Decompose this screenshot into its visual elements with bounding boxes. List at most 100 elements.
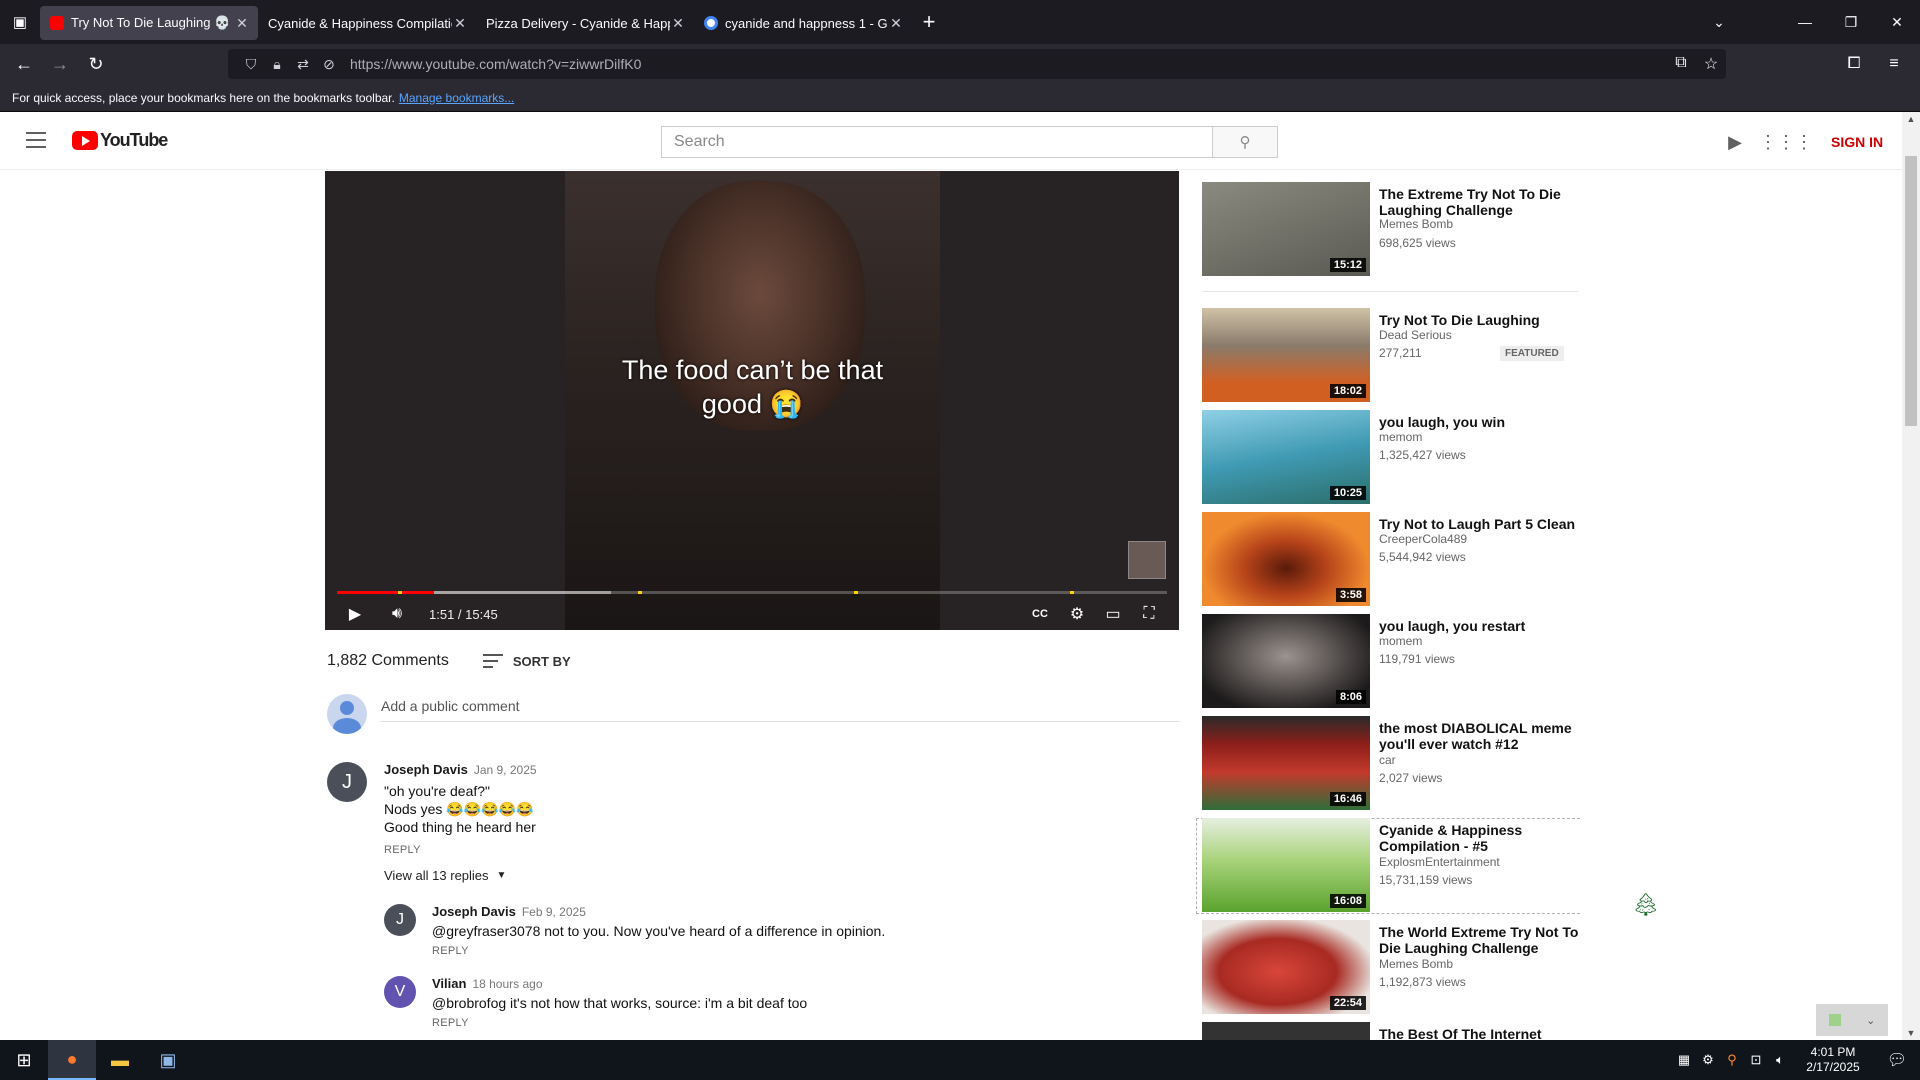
fullscreen-icon[interactable]: ⛶ (1137, 601, 1161, 627)
recommended-video[interactable]: The Best Of The Internet (1202, 1022, 1580, 1040)
comment-author-name[interactable]: Joseph Davis (384, 762, 468, 777)
play-icon[interactable]: ▶ (343, 601, 367, 627)
bookmark-star-icon[interactable]: ☆ (1696, 54, 1726, 74)
picture-in-picture-icon[interactable]: ⧉ (1666, 54, 1696, 74)
tray-search-icon[interactable]: ⚲ (1720, 1052, 1744, 1068)
captions-icon[interactable]: CC (1028, 601, 1052, 627)
video-thumbnail[interactable]: 10:25 (1202, 410, 1370, 504)
browser-tab-youtube[interactable]: Try Not To Die Laughing 💀 - Yo ✕ (40, 6, 258, 40)
commenter-avatar[interactable]: J (327, 762, 367, 802)
comment-date[interactable]: Jan 9, 2025 (474, 763, 537, 777)
apps-grid-icon[interactable]: ⋮⋮⋮ (1759, 130, 1813, 154)
forward-arrow-icon[interactable]: → (42, 48, 78, 80)
chevron-down-icon[interactable]: ⌄ (1866, 1014, 1875, 1027)
video-title[interactable]: Cyanide & Happiness Compilation - #5 (1379, 822, 1579, 854)
comment-author-name[interactable]: Vilian (432, 976, 466, 991)
close-icon[interactable]: ✕ (670, 15, 686, 32)
new-tab-button[interactable]: + (912, 5, 946, 39)
recommended-video[interactable]: 16:46 the most DIABOLICAL meme you'll ev… (1202, 716, 1580, 812)
comment-author-name[interactable]: Joseph Davis (432, 904, 516, 919)
comment-author[interactable]: Joseph Davis Feb 9, 2025 (432, 904, 586, 919)
channel-name[interactable]: Memes Bomb (1379, 957, 1453, 971)
settings-gear-icon[interactable]: ⚙ (1065, 601, 1089, 627)
search-input[interactable]: Search (661, 126, 1212, 158)
volume-muted-icon[interactable]: 🔈︎ (1768, 1052, 1792, 1068)
notifications-icon[interactable]: 💬︎ (1874, 1050, 1920, 1070)
browser-tab-cyanide-compilation[interactable]: Cyanide & Happiness Compilation ✕ (258, 6, 476, 40)
extensions-icon[interactable]: ⧠ (1834, 55, 1874, 73)
tray-gear-icon[interactable]: ⚙ (1696, 1052, 1720, 1068)
windows-start-icon[interactable]: ⊞ (0, 1040, 48, 1080)
autoplay-blocked-icon[interactable]: ⊘ (316, 56, 342, 73)
theater-mode-icon[interactable]: ▭ (1101, 601, 1125, 627)
channel-watermark[interactable] (1128, 541, 1166, 579)
scrollbar-thumb[interactable] (1905, 156, 1917, 426)
video-thumbnail[interactable]: 16:46 (1202, 716, 1370, 810)
video-thumbnail[interactable]: 3:58 (1202, 512, 1370, 606)
comment-author[interactable]: Joseph Davis Jan 9, 2025 (384, 762, 537, 777)
video-title[interactable]: The World Extreme Try Not To Die Laughin… (1379, 924, 1579, 956)
commenter-avatar[interactable]: J (384, 904, 416, 936)
search-button[interactable]: ⚲ (1212, 126, 1278, 158)
channel-name[interactable]: CreeperCola489 (1379, 532, 1467, 546)
comment-date[interactable]: 18 hours ago (472, 977, 542, 991)
manage-bookmarks-link[interactable]: Manage bookmarks... (399, 91, 514, 105)
url-bar[interactable]: ⛉ 🔒︎ ⇄ ⊘ https://www.youtube.com/watch?v… (228, 49, 1726, 79)
tab-overview-icon[interactable]: ▣ (0, 0, 40, 44)
video-thumbnail[interactable] (1202, 1022, 1370, 1040)
minimize-icon[interactable]: — (1782, 0, 1828, 44)
close-icon[interactable]: ✕ (888, 15, 904, 32)
video-player[interactable]: The food can’t be that good 😭 ▶ 🔊︎ 1:51 … (325, 171, 1179, 630)
tab-list-chevron-icon[interactable]: ⌄ (1696, 0, 1742, 44)
display-app-icon[interactable]: ▣ (144, 1040, 192, 1080)
close-icon[interactable]: ✕ (234, 15, 250, 32)
url-text[interactable]: https://www.youtube.com/watch?v=ziwwrDil… (350, 56, 641, 72)
file-explorer-icon[interactable]: ▬ (96, 1040, 144, 1080)
channel-name[interactable]: memom (1379, 430, 1422, 444)
recommended-video[interactable]: 8:06 you laugh, you restart momem 119,79… (1202, 614, 1580, 710)
video-title[interactable]: The Best Of The Internet (1379, 1026, 1579, 1040)
video-thumbnail[interactable]: 16:08 (1202, 818, 1370, 912)
recommended-video[interactable]: 22:54 The World Extreme Try Not To Die L… (1202, 920, 1580, 1016)
permissions-icon[interactable]: ⇄ (290, 56, 316, 73)
reply-button[interactable]: REPLY (432, 945, 469, 957)
reload-icon[interactable]: ↻ (78, 48, 114, 80)
recommended-video[interactable]: 16:08 Cyanide & Happiness Compilation - … (1202, 818, 1580, 914)
channel-name[interactable]: momem (1379, 634, 1422, 648)
sign-in-button[interactable]: SIGN IN (1831, 134, 1883, 150)
upload-video-icon[interactable]: ▶︎ (1723, 130, 1747, 154)
video-title[interactable]: you laugh, you win (1379, 414, 1579, 430)
system-clock[interactable]: 4:01 PM 2/17/2025 (1792, 1045, 1874, 1075)
channel-name[interactable]: ExplosmEntertainment (1379, 855, 1500, 869)
scroll-up-arrow-icon[interactable]: ▲ (1902, 114, 1920, 124)
reply-button[interactable]: REPLY (432, 1017, 469, 1029)
tray-app-icon[interactable]: ▦ (1672, 1052, 1696, 1068)
channel-name[interactable]: car (1379, 753, 1396, 767)
network-icon[interactable]: ⊡ (1744, 1052, 1768, 1068)
close-window-icon[interactable]: ✕ (1874, 0, 1920, 44)
youtube-logo[interactable]: YouTube (72, 130, 168, 151)
comment-date[interactable]: Feb 9, 2025 (522, 905, 586, 919)
restore-icon[interactable]: ❐ (1828, 0, 1874, 44)
sort-by-button[interactable]: SORT BY (482, 654, 571, 669)
shield-icon[interactable]: ⛉ (238, 56, 264, 73)
recommended-video[interactable]: 18:02 Try Not To Die Laughing Dead Serio… (1202, 308, 1580, 404)
page-scrollbar[interactable]: ▲ ▼ (1902, 112, 1920, 1040)
menu-icon[interactable]: ≡ (1874, 55, 1914, 73)
video-thumbnail[interactable]: 15:12 (1202, 182, 1370, 276)
recommended-video[interactable]: 15:12 The Extreme Try Not To Die Laughin… (1202, 182, 1580, 278)
reply-button[interactable]: REPLY (384, 844, 421, 856)
scroll-down-arrow-icon[interactable]: ▼ (1902, 1028, 1920, 1038)
recommended-video[interactable]: 3:58 Try Not to Laugh Part 5 Clean Creep… (1202, 512, 1580, 608)
firefox-taskbar-icon[interactable]: ● (48, 1040, 96, 1080)
video-title[interactable]: the most DIABOLICAL meme you'll ever wat… (1379, 720, 1579, 752)
channel-name[interactable]: Memes Bomb (1379, 217, 1453, 231)
video-thumbnail[interactable]: 8:06 (1202, 614, 1370, 708)
channel-name[interactable]: Dead Serious (1379, 328, 1452, 342)
browser-tab-pizza-delivery[interactable]: Pizza Delivery - Cyanide & Happine ✕ (476, 6, 694, 40)
video-thumbnail[interactable]: 22:54 (1202, 920, 1370, 1014)
hamburger-menu-icon[interactable] (26, 132, 46, 148)
comment-author[interactable]: Vilian 18 hours ago (432, 976, 543, 991)
view-replies-button[interactable]: View all 13 replies ▼ (384, 868, 506, 883)
video-title[interactable]: Try Not to Laugh Part 5 Clean (1379, 516, 1579, 532)
